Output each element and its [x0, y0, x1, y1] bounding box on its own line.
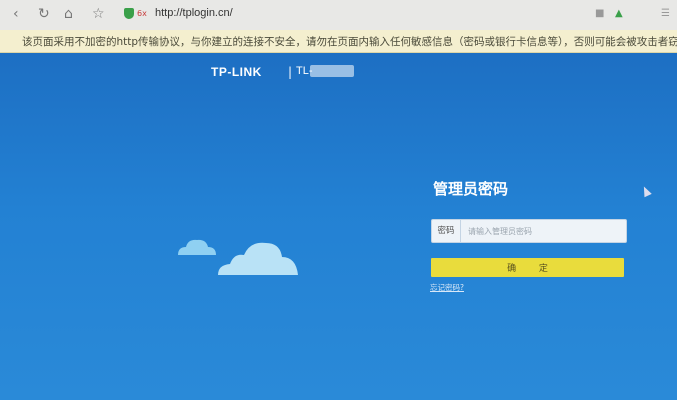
mouse-cursor-icon [640, 184, 652, 198]
home-icon[interactable]: ⌂ [64, 6, 73, 22]
login-page: TP-LINK | TL- 管理员密码 密码 确 定 忘记密码? [0, 53, 677, 400]
star-icon[interactable]: ☆ [92, 6, 105, 22]
extension-icon[interactable]: ▲ [615, 8, 623, 19]
forgot-password-link[interactable]: 忘记密码? [430, 282, 464, 293]
security-warning-text: 该页面采用不加密的http传输协议，与你建立的连接不安全，请勿在页面内输入任何敏… [22, 36, 677, 48]
back-icon[interactable]: ‹ [13, 6, 19, 22]
address-bar[interactable]: http://tplogin.cn/ [155, 7, 233, 19]
large-cloud-icon [218, 242, 298, 275]
confirm-button[interactable]: 确 定 [431, 258, 624, 277]
login-title: 管理员密码 [433, 180, 509, 198]
security-warning-banner: 该页面采用不加密的http传输协议，与你建立的连接不安全，请勿在页面内输入任何敏… [0, 30, 677, 53]
more-icon[interactable]: ☰ [661, 8, 670, 19]
shield-icon[interactable] [124, 8, 134, 19]
reload-icon[interactable]: ↻ [38, 6, 50, 22]
security-badge: 6x [137, 9, 147, 18]
password-label: 密码 [432, 220, 461, 242]
browser-toolbar: ‹ ↻ ⌂ ☆ 6x http://tplogin.cn/ ■ ▲ ☰ [0, 0, 677, 31]
menu-icon[interactable]: ■ [595, 8, 604, 19]
brand-logo: TP-LINK [211, 65, 262, 79]
password-field: 密码 [431, 219, 627, 243]
password-input[interactable] [462, 221, 622, 241]
model-redacted [310, 65, 354, 77]
logo-separator: | [288, 65, 293, 79]
small-cloud-icon [178, 239, 216, 255]
